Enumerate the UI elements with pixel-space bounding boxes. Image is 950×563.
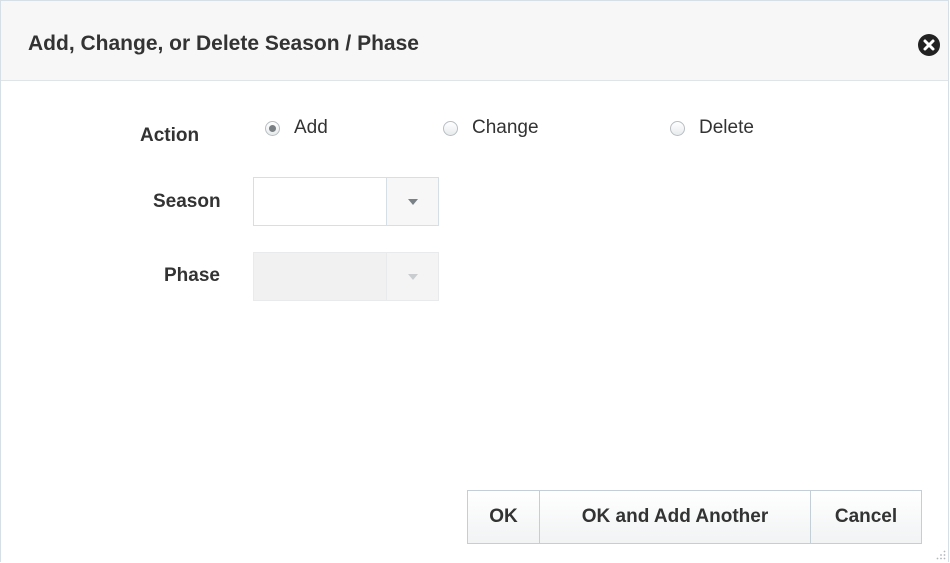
action-radio-change[interactable]: Change [443,117,539,139]
phase-dropdown-button [386,252,439,301]
radio-delete-label: Delete [699,117,754,138]
season-dropdown-button[interactable] [386,177,439,226]
resize-grip-icon[interactable] [936,550,946,560]
radio-delete-icon[interactable] [670,120,685,136]
cancel-button[interactable]: Cancel [810,490,922,544]
radio-change-label: Change [472,117,539,138]
dialog-titlebar: Add, Change, or Delete Season / Phase [1,1,948,81]
phase-input [253,252,386,301]
phase-select [253,252,439,301]
action-radio-delete[interactable]: Delete [670,117,754,139]
chevron-down-icon [407,273,418,280]
season-phase-dialog: Add, Change, or Delete Season / Phase Ac… [0,0,949,562]
action-radio-add[interactable]: Add [265,117,328,139]
dialog-title: Add, Change, or Delete Season / Phase [28,32,419,55]
ok-button[interactable]: OK [467,490,540,544]
radio-change-icon[interactable] [443,120,458,136]
season-input[interactable] [253,177,386,226]
season-select[interactable] [253,177,439,226]
radio-add-label: Add [294,117,328,138]
chevron-down-icon [407,198,418,205]
season-label: Season [153,191,221,212]
ok-and-add-another-button[interactable]: OK and Add Another [539,490,811,544]
action-label: Action [140,125,200,146]
radio-add-icon[interactable] [265,120,280,136]
close-icon[interactable] [918,34,940,56]
phase-label: Phase [164,265,220,286]
